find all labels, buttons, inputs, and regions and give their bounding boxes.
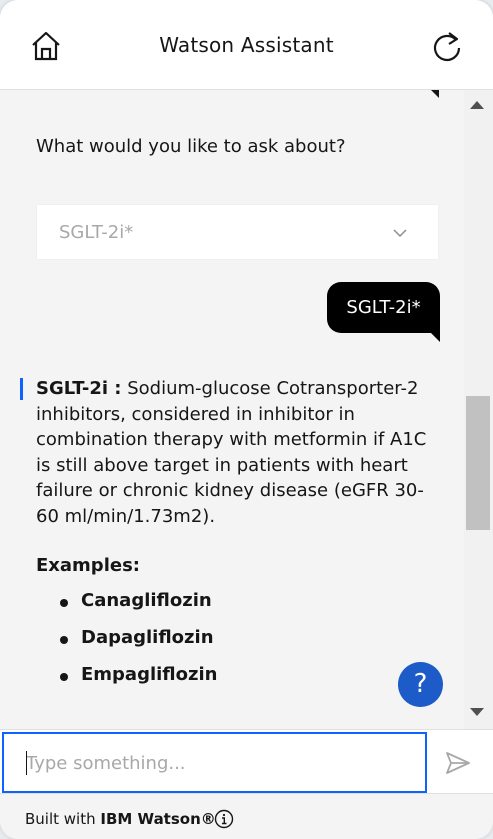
- info-description: Sodium-glucose Cotransporter-2 inhibitor…: [36, 378, 427, 527]
- scroll-down-arrow-icon[interactable]: [470, 708, 484, 716]
- built-with-text: Built with IBM Watson®: [25, 810, 216, 828]
- scrollbar-thumb[interactable]: [466, 396, 490, 530]
- header: Watson Assistant: [0, 0, 493, 90]
- list-item: Canagliflozin: [60, 590, 217, 627]
- list-item: Empagliflozin: [60, 664, 217, 701]
- info-message: SGLT-2i : Sodium-glucose Cotransporter-2…: [36, 376, 441, 529]
- help-button[interactable]: ?: [398, 662, 443, 707]
- previous-bubble-tail: [431, 90, 439, 98]
- text-caret: [26, 751, 27, 775]
- restart-icon[interactable]: [430, 29, 464, 63]
- scroll-up-arrow-icon[interactable]: [470, 101, 484, 109]
- input-row: [0, 729, 493, 793]
- examples-heading: Examples:: [36, 555, 140, 576]
- send-icon[interactable]: [444, 749, 472, 777]
- assistant-widget: Watson Assistant What would you like to …: [0, 0, 493, 839]
- built-with-label: Built with: [25, 810, 96, 828]
- list-item: Dapagliflozin: [60, 627, 217, 664]
- message-input-box[interactable]: [2, 732, 427, 793]
- message-input[interactable]: [26, 749, 406, 777]
- topic-dropdown[interactable]: SGLT-2i*: [36, 204, 439, 260]
- examples-list: Canagliflozin Dapagliflozin Empagliflozi…: [60, 590, 217, 701]
- info-icon[interactable]: [214, 809, 234, 829]
- brand-name: IBM Watson®: [100, 810, 216, 828]
- user-message-bubble: SGLT-2i*: [327, 282, 440, 333]
- bot-question: What would you like to ask about?: [36, 136, 346, 157]
- chevron-down-icon: [393, 229, 407, 238]
- info-term: SGLT-2i :: [36, 378, 122, 399]
- dropdown-value: SGLT-2i*: [59, 222, 134, 243]
- user-bubble-tail: [431, 333, 440, 342]
- info-accent-bar: [20, 378, 23, 400]
- footer: Built with IBM Watson®: [0, 793, 493, 839]
- message-list[interactable]: What would you like to ask about? SGLT-2…: [0, 90, 493, 730]
- header-title: Watson Assistant: [159, 33, 334, 57]
